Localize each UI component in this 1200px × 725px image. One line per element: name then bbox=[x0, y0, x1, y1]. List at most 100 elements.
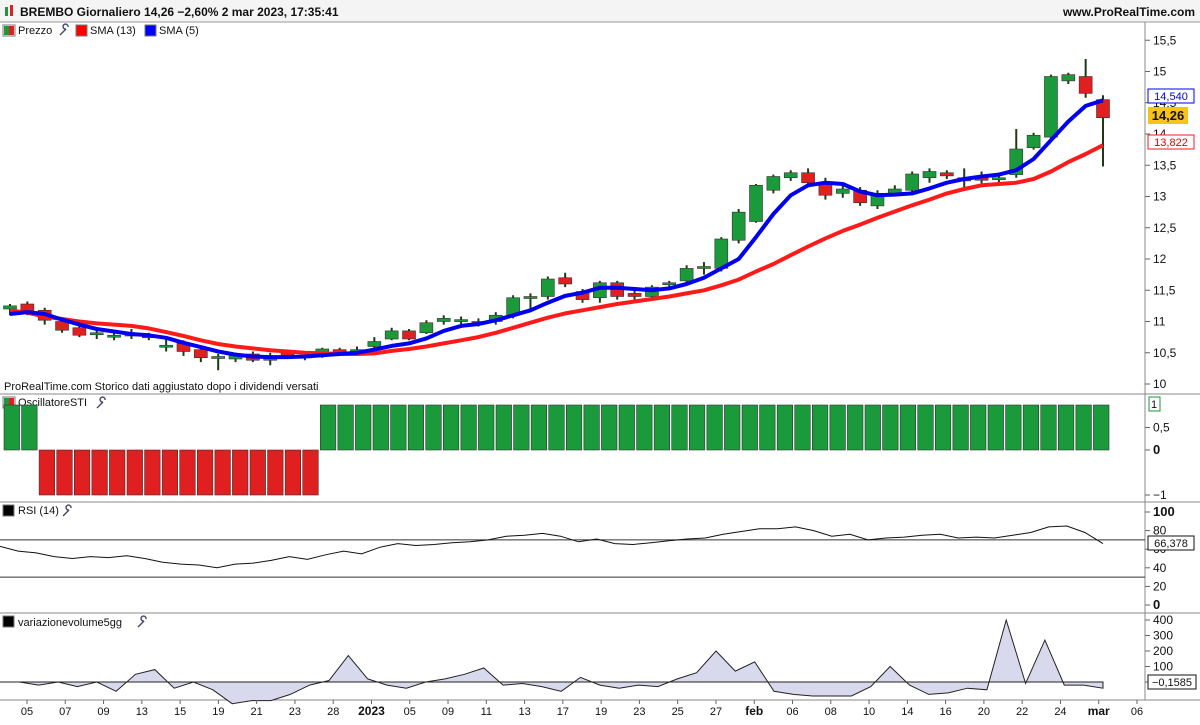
svg-text:13,822: 13,822 bbox=[1154, 137, 1188, 149]
candle-up-body bbox=[211, 356, 225, 359]
prezzo-color-swatch bbox=[4, 26, 9, 35]
sti-bar-positive bbox=[864, 404, 881, 451]
svg-text:66,378: 66,378 bbox=[1154, 538, 1188, 550]
sti-bar-positive bbox=[1075, 404, 1092, 451]
sti-bar-positive bbox=[548, 404, 565, 451]
wrench-icon[interactable] bbox=[96, 396, 106, 409]
sti-bar-positive bbox=[478, 404, 495, 451]
sma13-price-tag: 13,822 bbox=[1147, 134, 1195, 150]
candle bbox=[436, 315, 451, 325]
candle-up-body bbox=[835, 188, 850, 194]
wrench-icon[interactable] bbox=[137, 615, 147, 628]
x-tick-label: 14 bbox=[901, 706, 913, 718]
x-tick-label: 21 bbox=[251, 706, 263, 718]
sti-bar-negative bbox=[214, 449, 231, 496]
candle-up-body bbox=[159, 344, 173, 348]
wrench-icon[interactable] bbox=[59, 23, 69, 36]
sti-bar-positive bbox=[583, 404, 600, 451]
sti-bar-positive bbox=[1022, 404, 1040, 451]
x-tick-label: 08 bbox=[825, 706, 837, 718]
rsi-line bbox=[0, 525, 1104, 569]
price-y-axis: 15,51514,51413,51312,51211,51110,510 bbox=[1145, 33, 1177, 391]
rsi-value-tag: 66,378 bbox=[1147, 535, 1195, 551]
x-tick-label: 10 bbox=[863, 706, 875, 718]
sti-bar-positive bbox=[618, 404, 635, 451]
price-tick-label: 11,5 bbox=[1153, 283, 1176, 297]
x-tick-label: 2023 bbox=[358, 704, 385, 718]
sti-bar-positive bbox=[319, 404, 337, 451]
candle bbox=[1026, 132, 1041, 150]
sti-bar-positive bbox=[882, 404, 899, 451]
candle bbox=[1078, 59, 1093, 98]
sti-bar-positive bbox=[390, 404, 407, 451]
candle-up-body bbox=[384, 330, 399, 340]
vol-tick-label: 400 bbox=[1153, 613, 1173, 627]
price-tick-label: 10,5 bbox=[1153, 346, 1177, 360]
price-tick-label: 13,5 bbox=[1153, 158, 1177, 172]
candle-up-body bbox=[697, 266, 711, 269]
candle-down-body bbox=[194, 349, 208, 359]
candle-down-body bbox=[558, 277, 572, 285]
candle bbox=[731, 209, 746, 244]
candle-up-body bbox=[905, 173, 919, 191]
candle-up-body bbox=[3, 305, 17, 310]
chart-svg: BREMBO Giornaliero 14,26 −2,60% 2 mar 20… bbox=[0, 0, 1200, 718]
sti-bar-negative bbox=[179, 449, 196, 496]
wrench-icon[interactable] bbox=[62, 504, 72, 517]
legend-sma5-label: SMA (5) bbox=[159, 25, 199, 37]
sti-bar-positive bbox=[425, 404, 442, 451]
sti-tick-label: −1 bbox=[1153, 488, 1167, 502]
candle-up-body bbox=[419, 322, 434, 334]
x-tick-label: 06 bbox=[1131, 706, 1143, 718]
x-tick-label: 13 bbox=[136, 706, 148, 718]
sti-bar-positive bbox=[530, 404, 548, 451]
vol-legend: variazionevolume5gg bbox=[2, 615, 147, 629]
candle bbox=[922, 168, 937, 183]
price-tick-label: 13 bbox=[1153, 190, 1167, 204]
rsi-legend: RSI (14) bbox=[2, 504, 72, 517]
candle-up-body bbox=[1026, 134, 1041, 149]
candle-up-body bbox=[766, 176, 781, 191]
candle bbox=[1061, 72, 1076, 84]
sti-bar-positive bbox=[899, 404, 917, 451]
rsi-y-axis: 100806040200 bbox=[1145, 504, 1175, 612]
site-label[interactable]: www.ProRealTime.com bbox=[1062, 5, 1195, 19]
candle bbox=[454, 316, 468, 324]
candle bbox=[766, 174, 781, 194]
sti-bar-positive bbox=[688, 404, 706, 451]
svg-text:1: 1 bbox=[1151, 399, 1157, 411]
candle-up-body bbox=[436, 318, 451, 322]
sti-bar-positive bbox=[3, 404, 20, 451]
x-tick-label: 25 bbox=[672, 706, 684, 718]
sti-bar-positive bbox=[671, 404, 688, 451]
sti-bar-negative bbox=[144, 449, 161, 496]
candle-up-body bbox=[367, 341, 382, 347]
rsi-tick-label: 100 bbox=[1153, 504, 1175, 519]
candle-down-body bbox=[627, 293, 642, 297]
sti-histogram bbox=[3, 404, 1110, 496]
svg-text:14,540: 14,540 bbox=[1154, 91, 1188, 103]
candle-up-body bbox=[454, 319, 468, 322]
candle bbox=[419, 320, 434, 334]
sti-bar-positive bbox=[442, 404, 460, 451]
price-tick-label: 12 bbox=[1153, 252, 1167, 266]
sti-bar-negative bbox=[56, 449, 73, 496]
rsi-label: RSI (14) bbox=[18, 505, 59, 517]
sti-tick-label: 0,5 bbox=[1153, 421, 1170, 435]
x-tick-label: 19 bbox=[595, 706, 607, 718]
candle-down-body bbox=[801, 172, 815, 184]
svg-text:14,26: 14,26 bbox=[1152, 108, 1185, 123]
x-tick-label: 05 bbox=[404, 706, 416, 718]
x-tick-label: mar bbox=[1088, 704, 1110, 718]
last-price-tag: 14,26 bbox=[1148, 107, 1188, 124]
sti-bar-positive bbox=[952, 404, 969, 451]
chart-title: BREMBO Giornaliero 14,26 −2,60% 2 mar 20… bbox=[20, 5, 339, 19]
legend-prezzo-label: Prezzo bbox=[18, 25, 52, 37]
x-tick-label: 09 bbox=[97, 706, 109, 718]
x-tick-label: 19 bbox=[212, 706, 224, 718]
price-legend: Prezzo SMA (13) SMA (5) bbox=[2, 23, 199, 37]
x-tick-label: 23 bbox=[289, 706, 301, 718]
sti-bar-positive bbox=[407, 404, 425, 451]
price-tick-label: 15 bbox=[1153, 65, 1167, 79]
sti-bar-positive bbox=[1057, 404, 1075, 451]
